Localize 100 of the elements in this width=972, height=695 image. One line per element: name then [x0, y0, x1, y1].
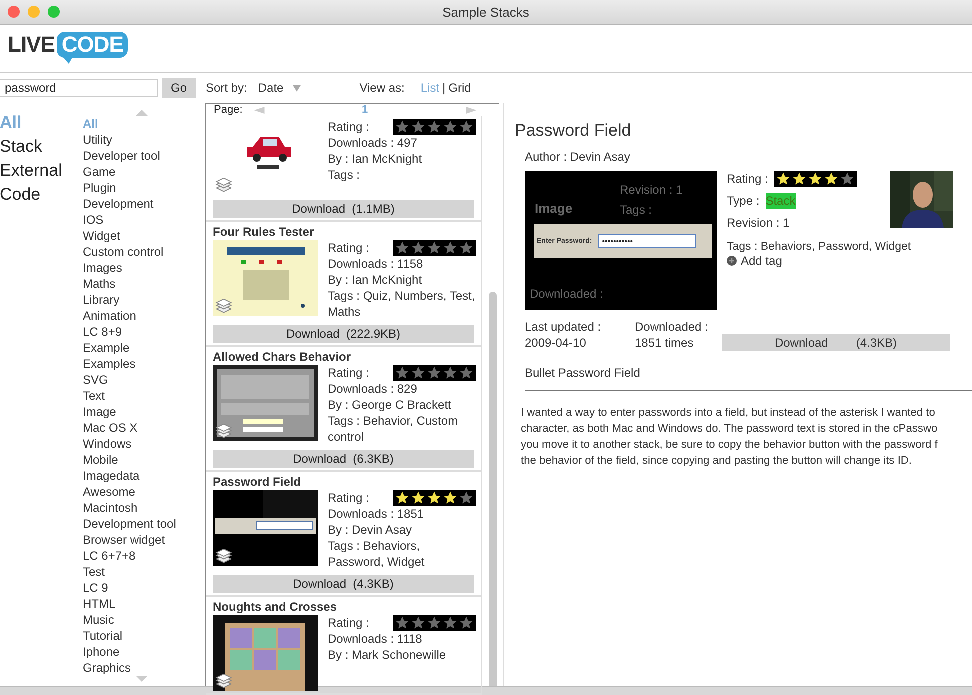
category-item[interactable]: Examples — [83, 356, 176, 372]
author-text: Author : Devin Asay — [525, 149, 632, 165]
category-item[interactable]: Macintosh — [83, 500, 176, 516]
category-item[interactable]: Library — [83, 292, 176, 308]
description-text: I wanted a way to enter passwords into a field, but instead of the asterisk I wanted to character, as both Mac and Windows do. The password text is stored in the cPasswo you move it to another stack, be sure to copy the behavior button with the password f the behavior of the field, since copying and pasting the button will change its ID. — [521, 406, 939, 469]
category-item[interactable]: Developer tool — [83, 148, 176, 164]
category-item[interactable]: Browser widget — [83, 532, 176, 548]
author-text: By : Ian McKnight — [328, 272, 424, 288]
stack-subtitle: Bullet Password Field — [525, 365, 642, 381]
star-icon — [443, 241, 458, 255]
category-item[interactable]: LC 8+9 — [83, 324, 176, 340]
download-button[interactable]: Download (222.9KB) — [213, 325, 474, 343]
category-item[interactable]: Test — [83, 564, 176, 580]
add-icon — [727, 256, 737, 266]
category-item[interactable]: Custom control — [83, 244, 176, 260]
download-button[interactable]: Download (4.3KB) — [213, 575, 474, 593]
category-item[interactable]: Mobile — [83, 452, 176, 468]
logo: LIVE CODE — [8, 32, 128, 66]
downloads-count: Downloads : 829 — [328, 381, 418, 397]
search-field[interactable]: password — [0, 79, 158, 97]
category-item[interactable]: LC 9 — [83, 580, 176, 596]
category-item[interactable]: HTML — [83, 596, 176, 612]
caret-icon — [292, 84, 302, 92]
star-icon — [427, 491, 442, 505]
category-item[interactable]: Widget — [83, 228, 176, 244]
type-value: Stack — [766, 193, 796, 209]
star-icon — [427, 120, 442, 134]
page-label: Page: — [214, 104, 244, 116]
rating-label: Rating : — [328, 119, 370, 135]
scroll-down-icon[interactable] — [136, 676, 148, 682]
star-icon — [427, 241, 442, 255]
star-icon — [776, 172, 792, 186]
star-icon — [395, 491, 410, 505]
tags-text: Tags : Quiz, Numbers, Test, Maths — [328, 288, 476, 320]
type-label: Type : — [727, 193, 760, 209]
view-option[interactable]: Grid — [448, 81, 472, 95]
rating-label: Rating : — [328, 490, 370, 506]
window-title: Sample Stacks — [442, 4, 530, 20]
star-icon — [427, 366, 442, 380]
category-item[interactable]: IOS — [83, 212, 176, 228]
zoom-button[interactable] — [48, 6, 60, 18]
category-item[interactable]: Image — [83, 404, 176, 420]
category-item[interactable]: Tutorial — [83, 628, 176, 644]
download-button[interactable]: Download (6.3KB) — [213, 450, 474, 468]
star-icon — [395, 366, 410, 380]
category-item[interactable]: Iphone — [83, 644, 176, 660]
download-button[interactable]: Download (4.3KB) — [722, 334, 950, 351]
stack-title[interactable]: Noughts and Crosses — [213, 600, 474, 615]
category-item[interactable]: Mac OS X — [83, 420, 176, 436]
type-filter[interactable]: Code — [0, 183, 83, 207]
category-item[interactable]: Awesome — [83, 484, 176, 500]
rating-label: Rating : — [727, 171, 768, 187]
category-item[interactable]: Development — [83, 196, 176, 212]
category-item[interactable]: Maths — [83, 276, 176, 292]
category-item[interactable]: Windows — [83, 436, 176, 452]
add-tag-link[interactable]: Add tag — [727, 255, 927, 267]
star-icon — [427, 616, 442, 630]
stack-title[interactable]: Password Field — [213, 475, 474, 490]
author-text: By : Ian McKnight — [328, 151, 424, 167]
sort-label: Sort by: — [206, 81, 248, 95]
tags-text: Tags : Behaviors, Password, Widget — [727, 240, 912, 255]
downloaded-label: Downloaded : — [635, 319, 710, 335]
close-button[interactable] — [8, 6, 20, 18]
category-item[interactable]: Plugin — [83, 180, 176, 196]
stack-icon — [215, 674, 233, 689]
category-item[interactable]: Utility — [83, 132, 176, 148]
rating-label: Rating : — [328, 365, 370, 381]
tags-text: Tags : Behaviors, Password, Widget — [328, 538, 426, 570]
category-item[interactable]: Game — [83, 164, 176, 180]
scrollbar-thumb[interactable] — [489, 292, 497, 686]
download-button[interactable]: Download (1.1MB) — [213, 200, 474, 218]
star-icon — [808, 172, 824, 186]
author-text: By : Devin Asay — [328, 522, 414, 538]
star-icon — [411, 120, 426, 134]
category-item[interactable]: LC 6+7+8 — [83, 548, 176, 564]
type-filter[interactable]: Stack — [0, 135, 83, 159]
category-item[interactable]: Development tool — [83, 516, 176, 532]
go-button[interactable]: Go — [162, 78, 196, 98]
sort-dropdown[interactable]: Date — [258, 81, 302, 95]
stack-title[interactable]: Four Rules Tester — [213, 225, 474, 240]
category-item[interactable]: Text — [83, 388, 176, 404]
last-updated-label: Last updated : — [525, 319, 602, 335]
category-item[interactable]: Images — [83, 260, 176, 276]
category-item[interactable]: Graphics — [83, 660, 176, 676]
tags-text: Tags : Behavior, Custom control — [328, 413, 460, 445]
type-filter[interactable]: External — [0, 159, 83, 183]
revision-text: Revision : 1 — [727, 215, 791, 231]
previous-page-icon[interactable] — [254, 106, 265, 114]
downloads-count: Downloads : 497 — [328, 135, 418, 151]
author-text: By : George C Brackett — [328, 397, 452, 413]
category-item[interactable]: Imagedata — [83, 468, 176, 484]
category-item[interactable]: SVG — [83, 372, 176, 388]
minimize-button[interactable] — [28, 6, 40, 18]
stack-title[interactable]: Allowed Chars Behavior — [213, 350, 474, 365]
category-item[interactable]: Example — [83, 340, 176, 356]
category-item[interactable]: Animation — [83, 308, 176, 324]
next-page-icon[interactable] — [466, 106, 478, 114]
scroll-up-icon[interactable] — [136, 110, 148, 116]
stack-icon — [215, 178, 233, 193]
category-item[interactable]: Music — [83, 612, 176, 628]
